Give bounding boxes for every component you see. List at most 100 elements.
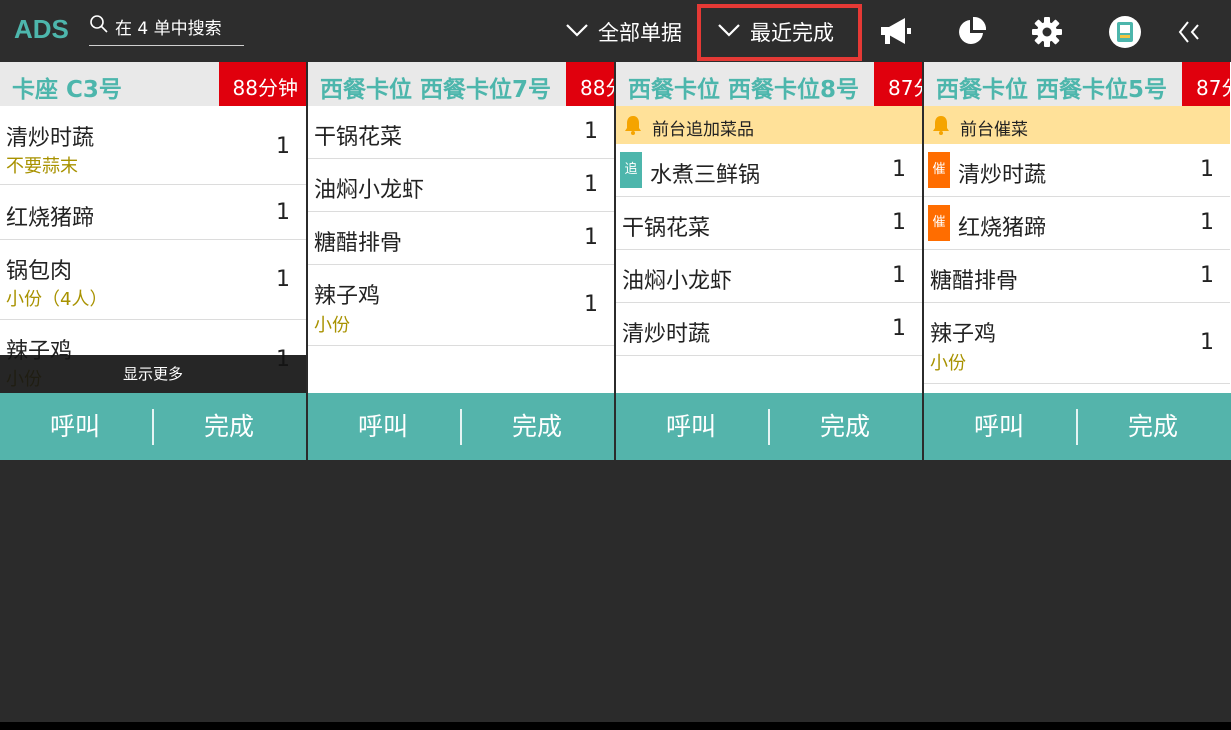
list-item[interactable]: 干锅花菜 1	[308, 106, 614, 159]
list-item[interactable]: 催 红烧猪蹄 1	[924, 197, 1230, 250]
item-qty: 1	[276, 267, 290, 292]
notice-bar: 前台催菜	[924, 106, 1230, 144]
item-name: 干锅花菜	[622, 216, 711, 241]
list-item[interactable]: 清炒时蔬 不要蒜末 1	[0, 106, 306, 185]
notice-text: 前台追加菜品	[652, 120, 754, 140]
item-qty: 1	[892, 316, 906, 341]
app-logo: ADS	[14, 14, 69, 44]
order-footer: 呼叫 完成	[924, 393, 1231, 460]
complete-button[interactable]: 完成	[154, 393, 304, 460]
item-name: 清炒时蔬	[958, 163, 1047, 188]
search-placeholder: 在 4 单中搜索	[115, 19, 222, 39]
item-qty: 1	[892, 210, 906, 235]
bell-icon	[625, 116, 641, 135]
order-card[interactable]: 卡座 C3号 88分钟 清炒时蔬 不要蒜末 1 红烧猪蹄 1 锅包肉 小份（4人…	[0, 62, 306, 460]
pie-chart-icon[interactable]	[952, 13, 990, 51]
order-header: 西餐卡位 西餐卡位7号 88分钟	[308, 62, 614, 106]
order-timer: 87分钟	[874, 62, 922, 106]
call-button[interactable]: 呼叫	[0, 393, 150, 460]
order-footer: 呼叫 完成	[0, 393, 306, 460]
filter-all-dropdown[interactable]: 全部单据	[565, 14, 695, 48]
item-qty: 1	[276, 134, 290, 159]
item-qty: 1	[584, 292, 598, 317]
order-title: 西餐卡位 西餐卡位7号	[320, 77, 552, 103]
list-item[interactable]: 辣子鸡 小份 1	[308, 265, 614, 346]
avatar-icon[interactable]	[1106, 13, 1144, 51]
search-input[interactable]: 在 4 单中搜索	[89, 12, 244, 46]
item-qty: 1	[1200, 330, 1214, 355]
item-name: 辣子鸡	[930, 322, 997, 347]
order-header: 西餐卡位 西餐卡位5号 87分钟	[924, 62, 1230, 106]
call-button[interactable]: 呼叫	[308, 393, 458, 460]
item-name: 清炒时蔬	[622, 322, 711, 347]
order-card[interactable]: 西餐卡位 西餐卡位5号 87分钟 前台催菜 催 清炒时蔬 1 催 红烧猪蹄 1 …	[924, 62, 1231, 460]
item-note: 小份（4人）	[6, 289, 108, 310]
item-qty: 1	[1200, 263, 1214, 288]
item-note: 小份	[930, 353, 966, 374]
complete-button[interactable]: 完成	[770, 393, 920, 460]
order-title: 卡座 C3号	[12, 77, 122, 103]
filter-recent-dropdown[interactable]: 最近完成	[717, 14, 847, 48]
megaphone-icon[interactable]	[875, 13, 913, 51]
item-name: 干锅花菜	[314, 125, 403, 150]
list-item[interactable]: 辣子鸡 小份 1	[924, 303, 1230, 384]
order-footer: 呼叫 完成	[616, 393, 922, 460]
item-qty: 1	[584, 172, 598, 197]
item-name: 辣子鸡	[314, 284, 381, 309]
item-note: 不要蒜末	[6, 156, 78, 177]
top-bar: ADS 在 4 单中搜索 全部单据 最近完成	[0, 0, 1231, 62]
bell-icon	[933, 116, 949, 135]
order-header: 卡座 C3号 88分钟	[0, 62, 306, 106]
item-name: 水煮三鲜锅	[650, 163, 761, 188]
order-timer: 88分钟	[566, 62, 614, 106]
list-item[interactable]: 糖醋排骨 1	[308, 212, 614, 265]
item-note: 小份	[314, 315, 350, 336]
show-more-button[interactable]: 显示更多	[0, 355, 306, 393]
urge-tag: 催	[928, 205, 950, 241]
item-name: 糖醋排骨	[930, 269, 1019, 294]
order-card[interactable]: 西餐卡位 西餐卡位8号 87分钟 前台追加菜品 追 水煮三鲜锅 1 干锅花菜 1…	[616, 62, 922, 460]
order-timer: 87分钟	[1182, 62, 1230, 106]
item-qty: 1	[1200, 210, 1214, 235]
collapse-icon[interactable]	[1172, 13, 1210, 51]
list-item[interactable]: 锅包肉 小份（4人） 1	[0, 241, 306, 320]
list-item[interactable]: 油焖小龙虾 1	[616, 250, 922, 303]
item-name: 红烧猪蹄	[958, 216, 1047, 241]
list-item[interactable]: 追 水煮三鲜锅 1	[616, 144, 922, 197]
bottom-edge	[0, 722, 1231, 730]
item-name: 糖醋排骨	[314, 231, 403, 256]
notice-bar: 前台追加菜品	[616, 106, 922, 144]
item-name: 锅包肉	[6, 259, 73, 284]
list-item[interactable]: 清炒时蔬 1	[616, 303, 922, 356]
call-button[interactable]: 呼叫	[924, 393, 1074, 460]
chevron-down-icon	[718, 24, 740, 37]
add-tag: 追	[620, 152, 642, 188]
item-qty: 1	[892, 157, 906, 182]
order-card[interactable]: 西餐卡位 西餐卡位7号 88分钟 干锅花菜 1 油焖小龙虾 1 糖醋排骨 1 辣…	[308, 62, 614, 460]
gear-icon[interactable]	[1028, 13, 1066, 51]
item-qty: 1	[584, 225, 598, 250]
list-item[interactable]: 红烧猪蹄 1	[0, 186, 306, 240]
complete-button[interactable]: 完成	[462, 393, 612, 460]
item-qty: 1	[584, 119, 598, 144]
list-item[interactable]: 油焖小龙虾 1	[308, 159, 614, 212]
list-item[interactable]: 催 清炒时蔬 1	[924, 144, 1230, 197]
order-footer: 呼叫 完成	[308, 393, 614, 460]
item-qty: 1	[276, 200, 290, 225]
call-button[interactable]: 呼叫	[616, 393, 766, 460]
search-icon	[90, 15, 108, 33]
complete-button[interactable]: 完成	[1078, 393, 1228, 460]
item-name: 红烧猪蹄	[6, 206, 95, 231]
filter-all-label: 全部单据	[598, 21, 682, 45]
list-item[interactable]: 干锅花菜 1	[616, 197, 922, 250]
urge-tag: 催	[928, 152, 950, 188]
list-item[interactable]: 糖醋排骨 1	[924, 250, 1230, 303]
item-name: 油焖小龙虾	[314, 178, 425, 203]
order-header: 西餐卡位 西餐卡位8号 87分钟	[616, 62, 922, 106]
notice-text: 前台催菜	[960, 120, 1028, 140]
item-name: 油焖小龙虾	[622, 269, 733, 294]
item-qty: 1	[1200, 157, 1214, 182]
order-title: 西餐卡位 西餐卡位5号	[936, 77, 1168, 103]
item-name: 清炒时蔬	[6, 126, 95, 151]
order-timer: 88分钟	[218, 62, 306, 106]
